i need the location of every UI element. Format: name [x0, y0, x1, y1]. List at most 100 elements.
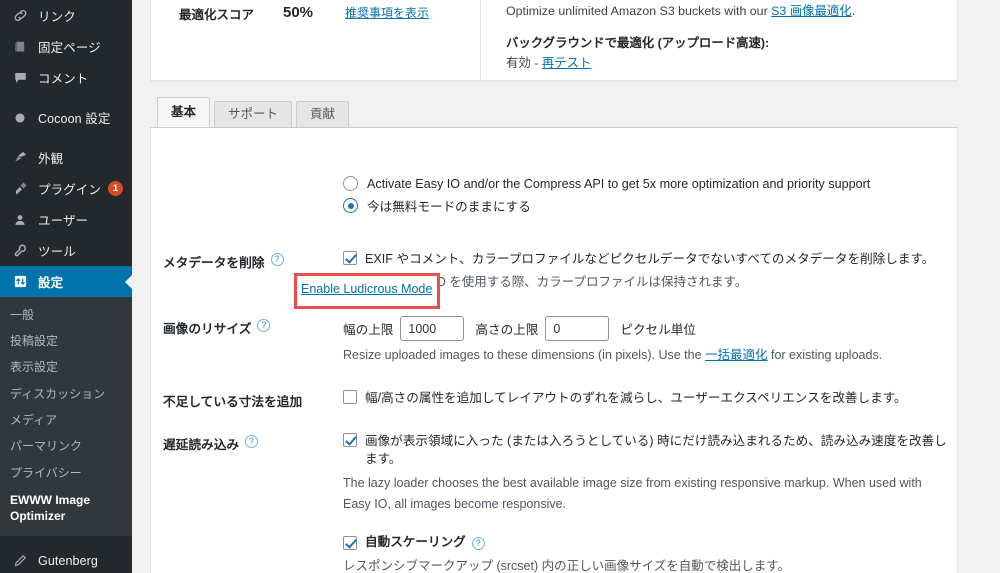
sidebar-gutter — [132, 0, 145, 573]
sidebar-item-label: ツール — [38, 245, 76, 259]
status-info-block: Optimize unlimited Amazon S3 buckets wit… — [481, 0, 957, 80]
wordpress-admin-screen: リンク 固定ページ コメント Cocoon 設定 外観 プラグイン 1 ユーザー… — [0, 0, 1000, 573]
radio-row-activate-easyio[interactable]: Activate Easy IO and/or the Compress API… — [343, 176, 957, 191]
optimization-score-block: 最適化スコア 50% 推奨事項を表示 — [151, 0, 481, 80]
sidebar-item-label: 設定 — [38, 276, 64, 290]
sidebar-item-label: 外観 — [38, 152, 64, 166]
sidebar-item-general[interactable]: 一般 — [0, 302, 132, 328]
sidebar-item-cocoon-settings[interactable]: Cocoon 設定 — [0, 102, 132, 133]
sidebar-item-reading[interactable]: 表示設定 — [0, 355, 132, 381]
row-label-empty — [151, 533, 343, 573]
tools-icon — [10, 241, 30, 261]
help-icon[interactable]: ? — [245, 435, 259, 448]
row-resize-images: 画像のリサイズ ? 幅の上限 高さの上限 ピクセル単位 Resize uploa… — [151, 316, 957, 367]
sidebar-item-pages[interactable]: 固定ページ — [0, 31, 132, 62]
max-height-input[interactable] — [545, 316, 610, 342]
s3-optimize-line: Optimize unlimited Amazon S3 buckets wit… — [506, 2, 939, 21]
checkbox-label: 自動スケーリング — [365, 535, 466, 550]
lazy-load-label: 遅延読み込み — [163, 438, 240, 452]
sidebar-item-appearance[interactable]: 外観 — [0, 142, 132, 173]
status-card: 最適化スコア 50% 推奨事項を表示 Optimize unlimited Am… — [150, 0, 958, 81]
settings-submenu: 一般 投稿設定 表示設定 ディスカッション メディア パーマリンク プライバシー… — [0, 297, 132, 537]
checkbox-lazy-load[interactable] — [343, 433, 357, 447]
checkbox-label: 画像が表示領域に入った (または入ろうとしている) 時にだけ読み込まれるため、読… — [365, 434, 947, 467]
checkbox-row-lazy-load[interactable]: 画像が表示領域に入った (または入ろうとしている) 時にだけ読み込まれるため、読… — [343, 432, 949, 469]
checkbox-label: 幅/高さの属性を追加してレイアウトのずれを減らし、ユーザーエクスペリエンスを改善… — [365, 391, 907, 405]
sidebar-item-label: リンク — [38, 10, 76, 24]
row-body: 画像が表示領域に入った (または入ろうとしている) 時にだけ読み込まれるため、読… — [343, 432, 957, 516]
sidebar-item-permalinks[interactable]: パーマリンク — [0, 434, 132, 460]
enable-ludicrous-mode-link[interactable]: Enable Ludicrous Mode — [301, 282, 432, 296]
row-remove-metadata: メタデータを削除 ? EXIF やコメント、カラープロファイルなどピクセルデータ… — [151, 250, 957, 294]
radio-activate-easyio[interactable] — [343, 176, 358, 191]
settings-tabs: 基本 サポート 貢献 — [157, 97, 958, 128]
plugins-update-badge: 1 — [108, 181, 124, 196]
sidebar-item-label: プラグイン — [38, 183, 102, 197]
users-icon — [10, 210, 30, 230]
auto-scale-description: レスポンシブマークアップ (srcset) 内の正しい画像サイズを自動で検出しま… — [343, 558, 790, 573]
checkbox-auto-scale[interactable] — [343, 536, 357, 551]
row-label: 遅延読み込み ? — [151, 432, 343, 516]
remove-metadata-label: メタデータを削除 — [163, 256, 265, 270]
tab-contribute[interactable]: 貢献 — [296, 101, 350, 128]
radio-row-free-mode[interactable]: 今は無料モードのままにする — [343, 196, 957, 215]
sidebar-item-writing[interactable]: 投稿設定 — [0, 328, 132, 354]
sidebar-item-users[interactable]: ユーザー — [0, 204, 132, 235]
help-icon[interactable]: ? — [270, 253, 284, 266]
main-content: 最適化スコア 50% 推奨事項を表示 Optimize unlimited Am… — [145, 0, 1000, 573]
sidebar-item-ewww-image-optimizer[interactable]: EWWW Image Optimizer — [0, 487, 112, 529]
sidebar-item-discussion[interactable]: ディスカッション — [0, 381, 132, 407]
resize-description: Resize uploaded images to these dimensio… — [343, 345, 949, 367]
active-menu-arrow — [125, 273, 132, 290]
pages-icon — [10, 37, 30, 57]
sidebar-item-privacy[interactable]: プライバシー — [0, 460, 132, 486]
help-icon[interactable]: ? — [257, 319, 271, 333]
show-recommendations-link[interactable]: 推奨事項を表示 — [345, 4, 429, 21]
sidebar-item-label: Gutenberg — [38, 553, 98, 568]
row-body: 幅/高さの属性を追加してレイアウトのずれを減らし、ユーザーエクスペリエンスを改善… — [343, 389, 957, 410]
sidebar-item-plugins[interactable]: プラグイン 1 — [0, 173, 132, 204]
lazy-load-description: The lazy loader chooses the best availab… — [343, 475, 922, 512]
row-label: 不足している寸法を追加 — [151, 389, 343, 410]
plugins-icon — [10, 179, 30, 199]
checkbox-row-auto-scale[interactable]: 自動スケーリング ? — [343, 533, 949, 551]
tab-basic[interactable]: 基本 — [157, 97, 211, 127]
radio-free-mode[interactable] — [343, 198, 358, 213]
mode-radio-group: Activate Easy IO and/or the Compress API… — [151, 176, 957, 215]
bulk-optimize-link[interactable]: 一括最適化 — [705, 348, 768, 362]
help-icon[interactable]: ? — [471, 536, 485, 550]
checkbox-row-remove-metadata[interactable]: EXIF やコメント、カラープロファイルなどピクセルデータでないすべてのメタデー… — [343, 250, 949, 268]
sidebar-item-label: Cocoon 設定 — [38, 112, 111, 126]
checkbox-add-dimensions[interactable] — [343, 390, 357, 404]
resize-desc-before: Resize uploaded images to these dimensio… — [343, 348, 705, 363]
settings-rows: Activate Easy IO and/or the Compress API… — [151, 128, 957, 573]
checkbox-row-add-dimensions[interactable]: 幅/高さの属性を追加してレイアウトのずれを減らし、ユーザーエクスペリエンスを改善… — [343, 389, 949, 407]
checkbox-label: EXIF やコメント、カラープロファイルなどピクセルデータでないすべてのメタデー… — [365, 252, 935, 266]
settings-panel: Enable Ludicrous Mode Activate Easy IO a… — [150, 127, 958, 573]
background-optimization-status: 有効 - 再テスト — [506, 54, 939, 73]
sidebar-item-media[interactable]: メディア — [0, 408, 132, 434]
optimization-score-value: 50% — [283, 4, 314, 21]
sidebar-item-gutenberg[interactable]: Gutenberg — [0, 545, 132, 573]
appearance-icon — [10, 148, 30, 168]
max-height-label: 高さの上限 — [475, 323, 539, 338]
add-dimensions-label: 不足している寸法を追加 — [163, 395, 303, 409]
row-lazy-load: 遅延読み込み ? 画像が表示領域に入った (または入ろうとしている) 時にだけ読… — [151, 432, 957, 516]
resize-dimension-line: 幅の上限 高さの上限 ピクセル単位 — [343, 316, 949, 342]
row-auto-scale: 自動スケーリング ? レスポンシブマークアップ (srcset) 内の正しい画像… — [151, 533, 957, 573]
sidebar-item-comments[interactable]: コメント — [0, 62, 132, 93]
pencil-icon — [10, 551, 30, 571]
sidebar-item-links[interactable]: リンク — [0, 0, 132, 31]
checkbox-remove-metadata[interactable] — [343, 251, 357, 265]
sidebar-item-settings[interactable]: 設定 — [0, 266, 132, 297]
resize-desc-after: for existing uploads. — [767, 348, 883, 363]
retest-link[interactable]: 再テスト — [542, 56, 592, 70]
sidebar-item-tools[interactable]: ツール — [0, 235, 132, 266]
sidebar-item-label: ユーザー — [38, 214, 89, 228]
sidebar-item-label: 固定ページ — [38, 41, 101, 55]
tab-support[interactable]: サポート — [214, 101, 293, 128]
max-width-input[interactable] — [400, 316, 465, 342]
background-status-text: 有効 - — [506, 56, 542, 71]
s3-text-before: Optimize unlimited Amazon S3 buckets wit… — [506, 4, 772, 18]
s3-image-optimize-link[interactable]: S3 画像最適化 — [771, 4, 852, 18]
